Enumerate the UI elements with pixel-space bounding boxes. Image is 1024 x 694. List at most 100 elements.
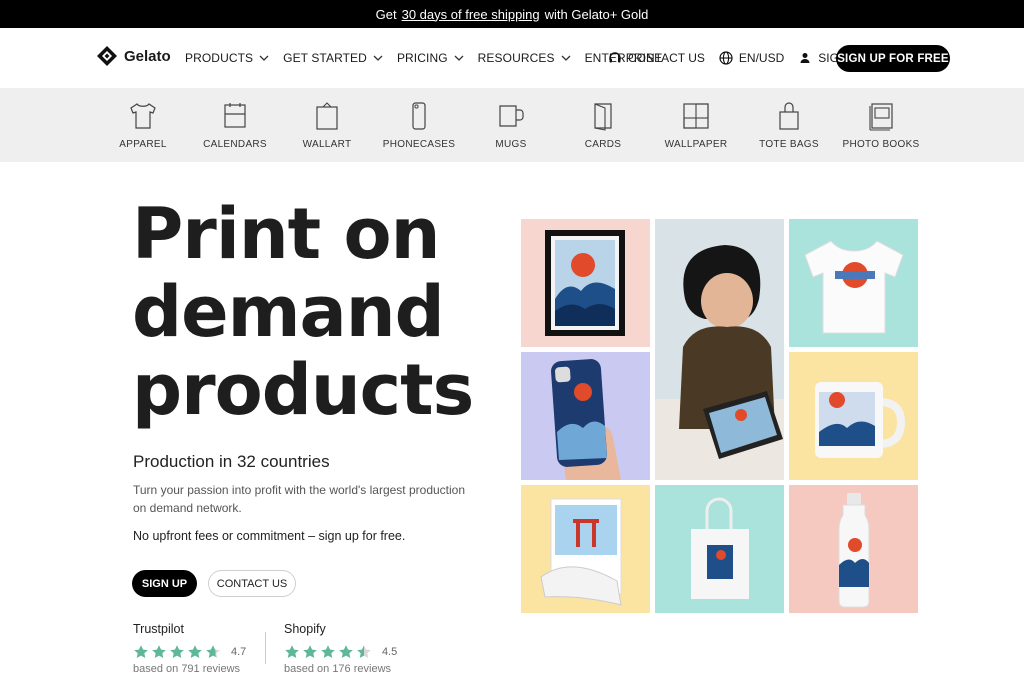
framed-print-image	[521, 219, 650, 347]
gelato-logo-icon	[97, 46, 117, 66]
category-label: PHOTO BOOKS	[842, 139, 920, 150]
logo-text: Gelato	[124, 47, 171, 65]
menu-resources[interactable]: RESOURCES	[478, 51, 571, 65]
tile-bottle	[789, 485, 918, 613]
menu-label: RESOURCES	[477, 51, 555, 65]
rating-reviews: based on 176 reviews	[284, 663, 392, 675]
star-icon	[188, 645, 202, 658]
category-calendars[interactable]: CALENDARS	[189, 88, 281, 162]
signup-button[interactable]: SIGN UP	[132, 570, 197, 597]
locale-selector[interactable]: EN/USD	[719, 51, 784, 65]
calendar-icon	[224, 103, 246, 128]
rating-shopify[interactable]: Shopify 4.5 based on 176 reviews	[284, 622, 397, 675]
hero-title-line: products	[132, 349, 474, 431]
star-icon	[357, 645, 371, 658]
hero-title: Print on demand products	[132, 193, 474, 431]
category-apparel[interactable]: APPAREL	[97, 88, 189, 162]
rating-divider	[265, 632, 266, 664]
main-nav: Gelato PRODUCTS GET STARTED PRICING RESO…	[0, 28, 1024, 88]
category-wallart[interactable]: WALLART	[281, 88, 373, 162]
tile-calendar	[521, 485, 650, 613]
card-icon	[594, 103, 612, 131]
tile-tote-bag	[655, 485, 784, 613]
tile-artist-photo	[655, 219, 784, 480]
tile-framed-print	[521, 219, 650, 347]
star-icon	[303, 645, 317, 658]
promo-link[interactable]: 30 days of free shipping	[402, 7, 540, 22]
tile-mug	[789, 352, 918, 480]
rating-source: Shopify	[284, 622, 326, 636]
category-label: CARDS	[584, 139, 622, 150]
category-wallpaper[interactable]: WALLPAPER	[650, 88, 742, 162]
menu-label: PRODUCTS	[185, 51, 254, 65]
contact-button[interactable]: CONTACT US	[208, 570, 296, 597]
menu-label: PRICING	[396, 51, 448, 65]
promo-suffix: with Gelato+ Gold	[544, 6, 649, 22]
phone-case-image	[521, 352, 650, 480]
user-icon	[800, 53, 810, 63]
menu-pricing[interactable]: PRICING	[397, 51, 464, 65]
tile-phone-case	[521, 352, 650, 480]
rating-stars: 4.5	[284, 644, 397, 660]
star-icon	[206, 645, 220, 658]
menu-get-started[interactable]: GET STARTED	[283, 51, 383, 65]
promo-prefix: Get	[375, 6, 397, 22]
contact-label: CONTACT US	[628, 51, 705, 65]
signup-free-button[interactable]: SIGN UP FOR FREE	[836, 45, 950, 72]
category-cards[interactable]: CARDS	[557, 88, 649, 162]
category-photo-books[interactable]: PHOTO BOOKS	[835, 88, 927, 162]
mug-icon	[499, 105, 524, 127]
frame-icon	[316, 102, 338, 130]
rating-reviews: based on 791 reviews	[133, 663, 241, 675]
calendar-image	[521, 485, 650, 613]
hero-title-line: Print on	[132, 193, 440, 275]
no-fee-note: No upfront fees or commitment – sign up …	[133, 529, 406, 543]
category-label: CALENDARS	[203, 139, 267, 150]
category-label: WALLART	[302, 139, 352, 150]
bag-icon	[779, 102, 799, 130]
star-icon	[170, 645, 184, 658]
locale-label: EN/USD	[738, 51, 785, 65]
category-label: APPAREL	[119, 139, 167, 150]
phone-icon	[412, 102, 426, 130]
hero-title-line: demand	[132, 271, 445, 353]
contact-link[interactable]: CONTACT US	[608, 51, 705, 65]
star-icon	[321, 645, 335, 658]
book-icon	[869, 103, 893, 131]
chevron-down-icon	[454, 55, 464, 61]
wallpaper-icon	[683, 103, 709, 129]
chevron-down-icon	[373, 55, 383, 61]
category-mugs[interactable]: MUGS	[465, 88, 557, 162]
logo[interactable]: Gelato	[96, 45, 171, 67]
rating-trustpilot[interactable]: Trustpilot 4.7 based on 791 reviews	[133, 622, 246, 675]
tshirt-image	[789, 219, 918, 347]
star-icon	[134, 645, 148, 658]
category-label: WALLPAPER	[664, 139, 728, 150]
headset-icon	[609, 52, 621, 63]
mug-image	[789, 352, 918, 480]
rating-score: 4.5	[382, 646, 398, 658]
artist-photo-image	[655, 219, 784, 480]
category-strip: APPAREL CALENDARS WALLART PHONECASES MUG…	[0, 88, 1024, 162]
hero-subtitle: Production in 32 countries	[133, 452, 330, 471]
chevron-down-icon	[259, 55, 269, 61]
tile-tshirt	[789, 219, 918, 347]
tshirt-icon	[130, 103, 156, 129]
primary-menu: PRODUCTS GET STARTED PRICING RESOURCES E…	[185, 28, 676, 88]
category-label: MUGS	[495, 139, 527, 150]
rating-score: 4.7	[231, 646, 247, 658]
promo-bar: Get 30 days of free shipping with Gelato…	[0, 0, 1024, 28]
menu-products[interactable]: PRODUCTS	[185, 51, 269, 65]
tote-bag-image	[655, 485, 784, 613]
hero-description: Turn your passion into profit with the w…	[133, 483, 466, 515]
menu-label: GET STARTED	[283, 51, 367, 65]
star-icon	[152, 645, 166, 658]
chevron-down-icon	[561, 55, 571, 61]
rating-source: Trustpilot	[133, 622, 184, 636]
category-label: TOTE BAGS	[759, 139, 819, 150]
bottle-image	[789, 485, 918, 613]
category-phonecases[interactable]: PHONECASES	[373, 88, 465, 162]
category-label: PHONECASES	[382, 139, 456, 150]
category-tote-bags[interactable]: TOTE BAGS	[743, 88, 835, 162]
star-icon	[285, 645, 299, 658]
